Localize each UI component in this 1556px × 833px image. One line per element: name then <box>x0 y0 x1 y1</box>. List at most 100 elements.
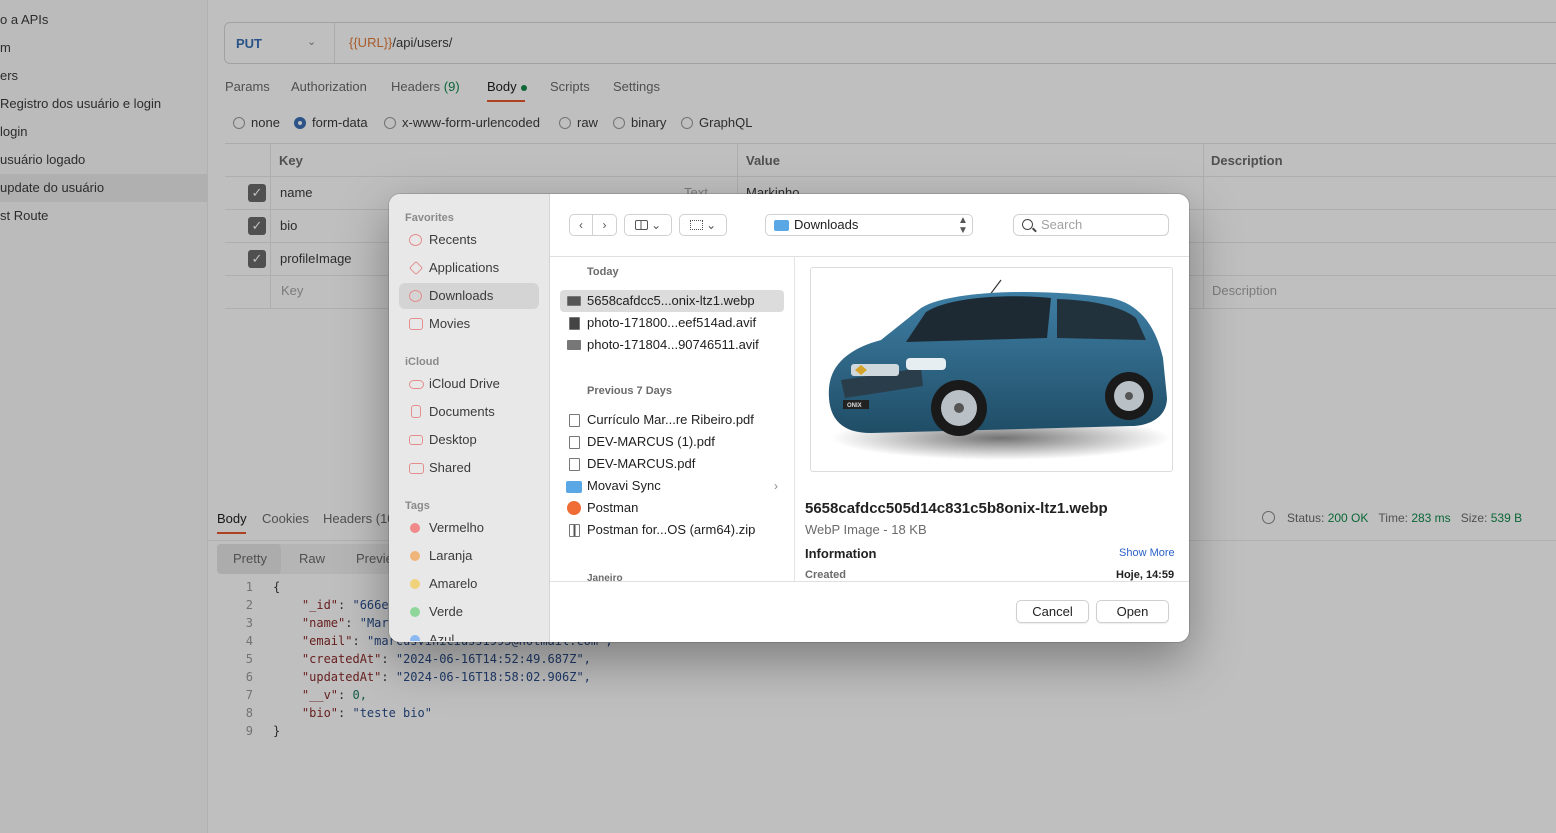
created-value: Hoje, 14:59 <box>1116 569 1175 581</box>
tag-red[interactable]: Vermelho <box>399 515 539 541</box>
license-plate: ONIX <box>847 403 862 409</box>
document-icon <box>411 405 421 418</box>
chevron-right-icon: › <box>774 479 778 493</box>
file-list: Today 5658cafdcc5...onix-ltz1.webp photo… <box>550 257 795 581</box>
pdf-file-icon <box>569 436 580 449</box>
sidebar-item-label: iCloud Drive <box>429 376 500 391</box>
chevron-down-icon: ⌄ <box>706 218 717 232</box>
dialog-sidebar: Favorites Recents Applications Downloads… <box>389 194 550 642</box>
tag-label: Verde <box>429 604 463 619</box>
file-name: photo-171800...eef514ad.avif <box>587 315 757 330</box>
group-header-janeiro: Janeiro <box>587 573 623 581</box>
file-name: Currículo Mar...re Ribeiro.pdf <box>587 412 754 427</box>
pdf-file-icon <box>569 458 580 471</box>
file-row[interactable]: DEV-MARCUS (1).pdf <box>560 431 784 453</box>
location-popup[interactable]: Downloads ▲ ▼ <box>765 214 973 236</box>
sidebar-item-documents[interactable]: Documents <box>399 399 539 425</box>
car-image: ONIX <box>828 279 1171 460</box>
clock-icon <box>409 234 422 246</box>
grid-icon <box>689 220 703 230</box>
file-name: Movavi Sync <box>587 478 661 493</box>
sidebar-item-downloads[interactable]: Downloads <box>399 283 539 309</box>
file-name: DEV-MARCUS (1).pdf <box>587 434 715 449</box>
blue-tag-icon <box>410 635 420 641</box>
sidebar-item-icloud-drive[interactable]: iCloud Drive <box>399 371 539 397</box>
search-input[interactable]: Search <box>1013 214 1169 236</box>
zip-file-icon <box>569 524 580 537</box>
file-row[interactable]: DEV-MARCUS.pdf <box>560 453 784 475</box>
show-more-link[interactable]: Show More <box>1119 547 1175 559</box>
download-icon <box>409 290 422 302</box>
tag-yellow[interactable]: Amarelo <box>399 571 539 597</box>
tag-orange[interactable]: Laranja <box>399 543 539 569</box>
tag-label: Vermelho <box>429 520 484 535</box>
tag-green[interactable]: Verde <box>399 599 539 625</box>
folder-row[interactable]: Movavi Sync › <box>560 475 784 497</box>
yellow-tag-icon <box>410 579 420 589</box>
group-header-today: Today <box>587 266 619 278</box>
view-mode-button[interactable]: ⌄ <box>624 214 672 236</box>
group-header-previous-7-days: Previous 7 Days <box>587 385 672 397</box>
chevron-left-icon: ‹ <box>579 218 583 232</box>
cloud-icon <box>409 380 424 389</box>
preview-file-kind: WebP Image - 18 KB <box>805 522 927 537</box>
file-row[interactable]: Postman for...OS (arm64).zip <box>560 519 784 541</box>
sidebar-item-label: Applications <box>429 260 500 275</box>
search-placeholder: Search <box>1041 217 1083 232</box>
tag-label: Azul <box>429 632 455 641</box>
folder-icon <box>774 220 789 231</box>
sidebar-item-recents[interactable]: Recents <box>399 227 539 253</box>
red-tag-icon <box>410 523 420 533</box>
folder-icon <box>566 481 582 493</box>
preview-file-name: 5658cafdcc505d14c831c5b8onix-ltz1.webp <box>805 500 1108 517</box>
file-name: photo-171804...90746511.avif <box>587 337 759 352</box>
sidebar-item-shared[interactable]: Shared <box>399 455 539 481</box>
created-label: Created <box>805 569 846 581</box>
sidebar-item-label: Downloads <box>429 288 494 303</box>
orange-tag-icon <box>410 551 420 561</box>
image-file-icon <box>567 340 581 350</box>
chevron-down-icon: ⌄ <box>651 218 662 232</box>
updown-chevron-icon: ▲ ▼ <box>958 215 968 236</box>
columns-icon <box>634 220 648 230</box>
applications-icon <box>408 260 424 276</box>
file-row[interactable]: photo-171800...eef514ad.avif <box>560 312 784 334</box>
pdf-file-icon <box>569 414 580 427</box>
tag-label: Laranja <box>429 548 473 563</box>
sidebar-item-label: Desktop <box>429 432 477 447</box>
back-button[interactable]: ‹ <box>569 214 593 236</box>
postman-app-icon <box>567 501 581 515</box>
file-row[interactable]: Currículo Mar...re Ribeiro.pdf <box>560 409 784 431</box>
desktop-icon <box>409 435 423 445</box>
image-file-icon <box>567 296 581 306</box>
sidebar-item-label: Shared <box>429 460 471 475</box>
file-name: 5658cafdcc5...onix-ltz1.webp <box>587 293 755 308</box>
divider <box>794 257 795 581</box>
file-name: Postman <box>587 500 639 515</box>
divider <box>550 581 1189 582</box>
location-label: Downloads <box>794 217 859 232</box>
image-preview: ONIX <box>810 267 1173 472</box>
chevron-right-icon: › <box>602 218 607 232</box>
image-file-icon <box>569 317 580 330</box>
information-heading: Information <box>805 546 877 561</box>
tag-blue[interactable]: Azul <box>399 627 539 641</box>
section-title-tags: Tags <box>405 500 430 512</box>
file-row[interactable]: photo-171804...90746511.avif <box>560 334 784 356</box>
green-tag-icon <box>410 607 420 617</box>
sidebar-item-desktop[interactable]: Desktop <box>399 427 539 453</box>
file-name: Postman for...OS (arm64).zip <box>587 522 756 537</box>
sidebar-item-applications[interactable]: Applications <box>399 255 539 281</box>
file-row[interactable]: Postman <box>560 497 784 519</box>
film-icon <box>409 318 423 330</box>
sidebar-item-label: Documents <box>429 404 495 419</box>
file-name: DEV-MARCUS.pdf <box>587 456 696 471</box>
cancel-button[interactable]: Cancel <box>1016 600 1089 623</box>
file-row[interactable]: 5658cafdcc5...onix-ltz1.webp <box>560 290 784 312</box>
tag-label: Amarelo <box>429 576 478 591</box>
sidebar-item-movies[interactable]: Movies <box>399 311 539 337</box>
section-title-icloud: iCloud <box>405 356 440 368</box>
group-by-button[interactable]: ⌄ <box>679 214 727 236</box>
open-button[interactable]: Open <box>1096 600 1169 623</box>
forward-button[interactable]: › <box>593 214 617 236</box>
